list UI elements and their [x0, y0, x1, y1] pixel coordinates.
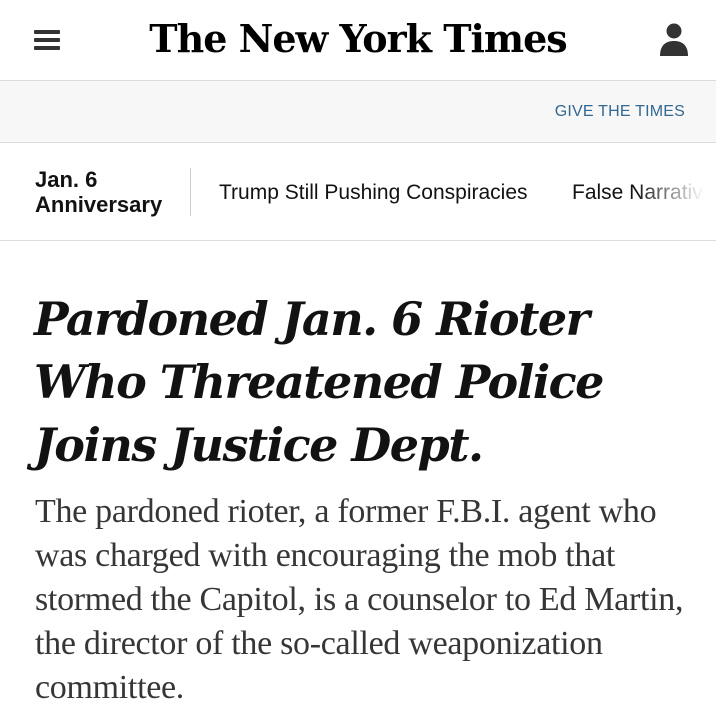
subnav-scroll-fade — [636, 143, 716, 240]
user-account-icon[interactable] — [659, 22, 689, 58]
article-summary: The pardoned rioter, a former F.B.I. age… — [35, 493, 684, 706]
subnav-divider — [190, 168, 191, 216]
subnav-label-line1: Jan. 6 — [35, 167, 98, 192]
promo-banner: GIVE THE TIMES — [0, 81, 716, 143]
give-the-times-link[interactable]: GIVE THE TIMES — [555, 103, 685, 121]
article-headline: Pardoned Jan. 6 Rioter Who Threatened Po… — [34, 292, 604, 472]
subnav-link-conspiracies[interactable]: Trump Still Pushing Conspiracies — [219, 181, 528, 205]
top-header: The New York Times — [0, 0, 716, 81]
subnav-label-line2: Anniversary — [35, 192, 163, 217]
subnav-section-label[interactable]: Jan. 6 Anniversary — [35, 167, 162, 217]
nyt-logo[interactable]: The New York Times — [0, 14, 716, 64]
story-subnav: Jan. 6 Anniversary Trump Still Pushing C… — [0, 143, 716, 241]
